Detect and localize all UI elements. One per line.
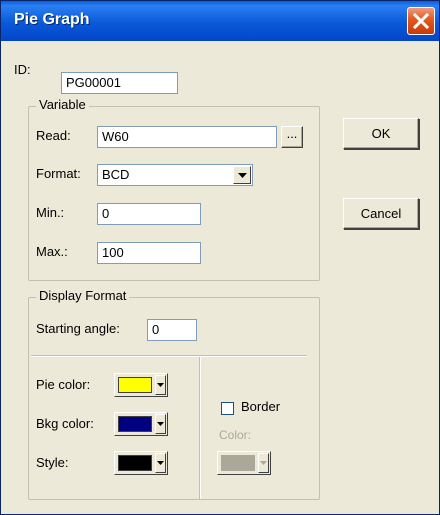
id-label: ID: [14, 62, 31, 77]
display-format-group-title: Display Format [36, 288, 130, 303]
chevron-down-icon [238, 173, 247, 178]
id-field[interactable]: PG00001 [61, 72, 178, 94]
divider [31, 355, 307, 357]
window-title: Pie Graph [14, 11, 90, 28]
title-bar[interactable]: Pie Graph [1, 1, 439, 41]
bkg-color-dropdown[interactable] [155, 414, 166, 434]
ok-button[interactable]: OK [343, 118, 419, 149]
chevron-down-icon [157, 383, 164, 387]
bkg-color-swatch [118, 416, 152, 432]
pie-color-picker[interactable] [114, 373, 168, 397]
format-dropdown-button[interactable] [233, 166, 251, 184]
bkg-color-label: Bkg color: [36, 416, 94, 431]
style-dropdown[interactable] [155, 453, 166, 473]
pie-color-swatch [118, 377, 152, 393]
border-color-dropdown [258, 453, 269, 473]
starting-angle-field[interactable]: 0 [147, 319, 197, 341]
style-picker[interactable] [114, 451, 168, 475]
style-swatch [118, 455, 152, 471]
cancel-button[interactable]: Cancel [343, 198, 419, 229]
divider [199, 357, 201, 499]
format-label: Format: [36, 166, 81, 181]
min-label: Min.: [36, 205, 65, 220]
format-select-value: BCD [102, 167, 130, 182]
close-icon [412, 12, 430, 30]
variable-group-title: Variable [36, 97, 89, 112]
starting-angle-label: Starting angle: [36, 321, 120, 336]
chevron-down-icon [260, 461, 267, 465]
read-label: Read: [36, 128, 71, 143]
border-checkbox[interactable] [221, 402, 234, 415]
pie-color-dropdown[interactable] [155, 375, 166, 395]
min-field[interactable]: 0 [97, 203, 201, 225]
border-color-label: Color: [219, 428, 252, 442]
style-label: Style: [36, 455, 69, 470]
border-color-swatch [221, 455, 255, 471]
border-color-picker [217, 451, 271, 475]
pie-color-label: Pie color: [36, 377, 91, 392]
read-field[interactable]: W60 [97, 126, 277, 148]
bkg-color-picker[interactable] [114, 412, 168, 436]
max-label: Max.: [36, 244, 68, 259]
chevron-down-icon [157, 422, 164, 426]
chevron-down-icon [157, 461, 164, 465]
browse-button[interactable]: ... [281, 126, 303, 148]
close-button[interactable] [407, 7, 435, 35]
format-select[interactable]: BCD [97, 164, 253, 186]
border-label: Border [241, 399, 281, 414]
pie-graph-dialog: Pie Graph ID: PG00001 Variable Read: W60… [0, 0, 440, 515]
dialog-body: ID: PG00001 Variable Read: W60 ... Forma… [1, 41, 439, 514]
max-field[interactable]: 100 [97, 242, 201, 264]
